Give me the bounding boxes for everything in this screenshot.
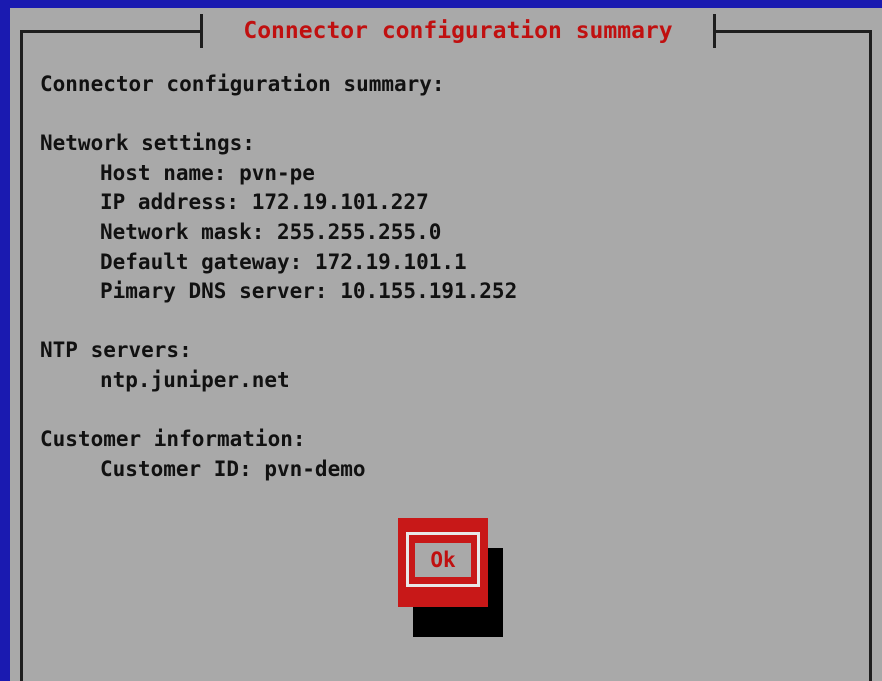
frame-top-left bbox=[20, 30, 200, 33]
terminal-screen: Connector configuration summary Connecto… bbox=[0, 0, 882, 681]
frame-right bbox=[869, 30, 872, 681]
customer-info-label: Customer information: bbox=[40, 427, 306, 452]
frame-left bbox=[20, 30, 23, 681]
ntp-servers-label: NTP servers: bbox=[40, 338, 192, 363]
primary-dns-value: Pimary DNS server: 10.155.191.252 bbox=[100, 279, 518, 304]
dialog-title-box: Connector configuration summary bbox=[200, 14, 716, 48]
host-name-value: Host name: pvn-pe bbox=[100, 160, 315, 185]
ok-button-focus-ring: Ok bbox=[406, 532, 480, 587]
ok-button-label: Ok bbox=[415, 543, 471, 577]
network-mask-value: Network mask: 255.255.255.0 bbox=[100, 219, 442, 244]
dialog-title: Connector configuration summary bbox=[243, 18, 673, 44]
summary-content: Connector configuration summary: Network… bbox=[40, 70, 517, 484]
summary-dialog: Connector configuration summary Connecto… bbox=[10, 8, 882, 681]
ok-button[interactable]: Ok bbox=[398, 518, 488, 607]
customer-id-value: Customer ID: pvn-demo bbox=[100, 456, 366, 481]
ntp-server-value: ntp.juniper.net bbox=[100, 367, 290, 392]
default-gateway-value: Default gateway: 172.19.101.1 bbox=[100, 249, 467, 274]
screen-top-border bbox=[0, 0, 882, 8]
ip-address-value: IP address: 172.19.101.227 bbox=[100, 190, 429, 215]
screen-left-border bbox=[0, 0, 10, 681]
network-settings-label: Network settings: bbox=[40, 131, 255, 156]
frame-top-right bbox=[713, 30, 872, 33]
summary-heading: Connector configuration summary: bbox=[40, 72, 445, 96]
